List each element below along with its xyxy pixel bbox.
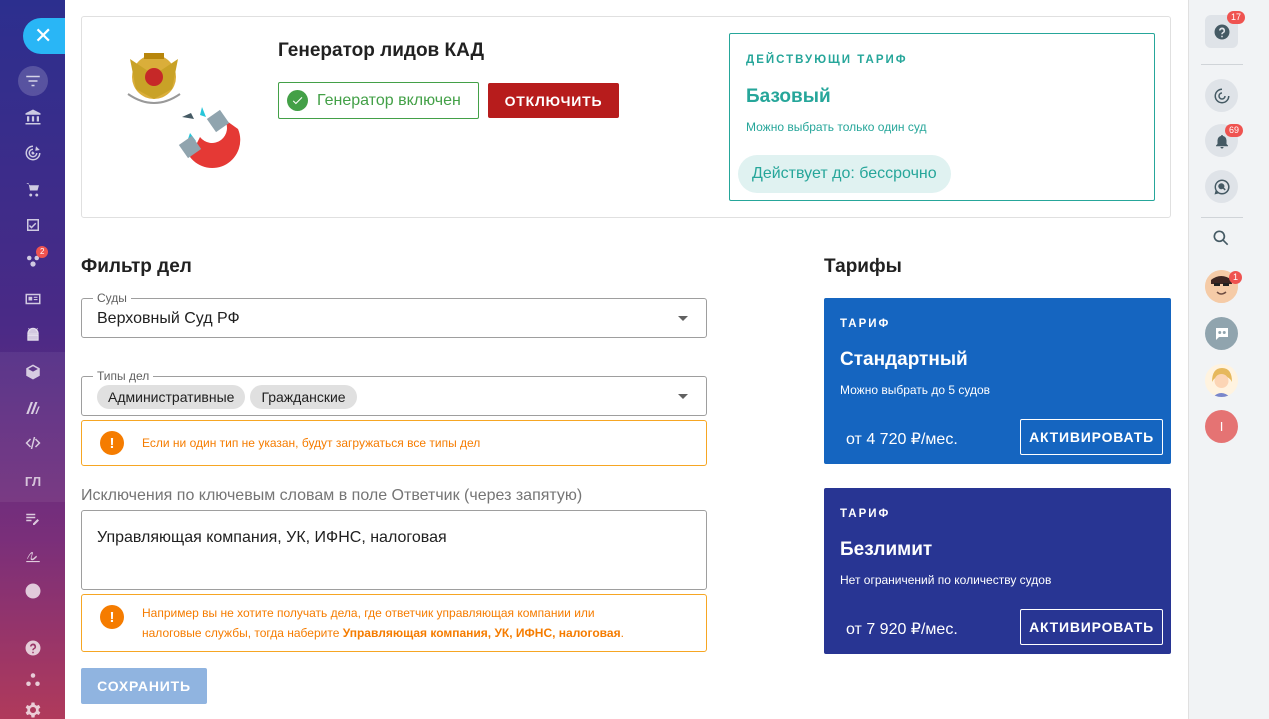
warning-icon: !: [100, 605, 124, 629]
current-plan-name: Базовый: [746, 86, 831, 107]
case-type-chip[interactable]: Административные: [97, 385, 246, 409]
generator-logo: [110, 39, 250, 199]
plan-card-standard: ТАРИФ Стандартный Можно выбрать до 5 суд…: [824, 298, 1171, 464]
plan-card-unlimited: ТАРИФ Безлимит Нет ограничений по количе…: [824, 488, 1171, 654]
close-icon: ✕: [34, 23, 53, 48]
assistant-avatar[interactable]: [1205, 364, 1238, 397]
avatar-badge: 1: [1229, 271, 1243, 284]
text-icon[interactable]: ГЛ: [20, 468, 46, 494]
android-icon[interactable]: [20, 322, 46, 348]
gear-icon[interactable]: [20, 697, 46, 719]
save-button[interactable]: СОХРАНИТЬ: [81, 668, 207, 704]
current-plan-description: Можно выбрать только один суд: [746, 120, 927, 134]
close-sidebar-button[interactable]: ✕: [23, 18, 65, 54]
text-icon-label: ГЛ: [24, 473, 42, 489]
magnet-icon: [178, 109, 241, 169]
case-types-hint: ! Если ни один тип не указан, будут загр…: [81, 420, 707, 466]
courts-label: Суды: [93, 291, 131, 305]
exclusions-label: Исключения по ключевым словам в поле Отв…: [81, 487, 583, 504]
exclusions-hint-suffix: .: [620, 626, 624, 640]
radar-button[interactable]: [1205, 79, 1238, 112]
cart-icon[interactable]: [20, 176, 46, 202]
filter-title: Фильтр дел: [81, 256, 192, 277]
exclusions-hint: ! Например вы не хотите получать дела, г…: [81, 594, 707, 652]
chevron-down-icon[interactable]: [20, 578, 46, 604]
code-icon[interactable]: [20, 430, 46, 456]
exclusions-hint-line2: налоговые службы, тогда наберите Управля…: [142, 623, 624, 643]
disable-generator-button[interactable]: ОТКЛЮЧИТЬ: [488, 83, 619, 118]
target-icon[interactable]: [20, 140, 46, 166]
tree-icon[interactable]: [20, 667, 46, 693]
exclusions-hint-line1: Например вы не хотите получать дела, где…: [142, 606, 595, 620]
warning-icon: !: [100, 431, 124, 455]
radar-icon: [1214, 88, 1229, 103]
right-sidebar: 17 69 1 I: [1188, 0, 1269, 719]
dropdown-arrow-icon[interactable]: [678, 316, 688, 321]
generator-status-chip: Генератор включен: [278, 82, 479, 119]
exclusions-hint-prefix: налоговые службы, тогда наберите: [142, 626, 343, 640]
plan-label: ТАРИФ: [840, 318, 891, 330]
current-plan-label: ДЕЙСТВУЮЩИ ТАРИФ: [746, 54, 908, 66]
activate-standard-button[interactable]: АКТИВИРОВАТЬ: [1020, 419, 1163, 455]
activate-unlimited-button[interactable]: АКТИВИРОВАТЬ: [1020, 609, 1163, 645]
generator-card: Генератор лидов КАД Генератор включен ОТ…: [81, 16, 1171, 218]
exclusions-hint-example: Управляющая компания, УК, ИФНС, налогова…: [342, 626, 621, 640]
chat-search-icon: [1214, 178, 1230, 194]
check-circle-icon: [287, 90, 308, 111]
help-badge: 17: [1227, 11, 1246, 24]
plan-name: Стандартный: [840, 349, 968, 370]
signature-icon[interactable]: [20, 542, 46, 568]
courts-select[interactable]: Суды Верховный Суд РФ: [81, 291, 707, 338]
exclusions-hint-text: Например вы не хотите получать дела, где…: [142, 603, 624, 643]
notifications-badge: 69: [1225, 124, 1244, 137]
bank-icon[interactable]: [20, 104, 46, 130]
divider: [1201, 217, 1243, 218]
case-type-chip[interactable]: Гражданские: [250, 385, 357, 409]
plans-title: Тарифы: [824, 256, 902, 277]
main-content: Генератор лидов КАД Генератор включен ОТ…: [65, 0, 1188, 719]
contact-card-icon[interactable]: [20, 286, 46, 312]
filter-icon[interactable]: [18, 66, 48, 96]
plan-description: Можно выбрать до 5 судов: [840, 383, 991, 397]
edit-list-icon[interactable]: [20, 506, 46, 532]
current-plan-validity: Действует до: бессрочно: [738, 155, 951, 193]
groups-badge: 2: [36, 246, 49, 258]
generator-title: Генератор лидов КАД: [278, 40, 485, 61]
team-chat-button[interactable]: [1205, 317, 1238, 350]
search-icon[interactable]: [1211, 228, 1233, 250]
case-types-hint-text: Если ни один тип не указан, будут загруж…: [142, 436, 481, 450]
help-icon: [1214, 24, 1230, 39]
current-plan-box: ДЕЙСТВУЮЩИ ТАРИФ Базовый Можно выбрать т…: [729, 33, 1155, 201]
checkbox-icon[interactable]: [20, 212, 46, 238]
generator-status-text: Генератор включен: [317, 91, 461, 109]
plan-name: Безлимит: [840, 539, 933, 560]
chat-search-button[interactable]: [1205, 170, 1238, 203]
team-chat-icon: [1215, 327, 1228, 340]
box-icon[interactable]: [20, 359, 46, 385]
left-sidebar: ✕ 2 ГЛ: [0, 0, 65, 719]
plan-price: от 4 720 ₽/мес.: [846, 431, 958, 448]
m-logo-icon[interactable]: [20, 395, 46, 421]
case-types-select[interactable]: Типы дел Административные Гражданские: [81, 369, 707, 416]
case-types-chips: Административные Гражданские: [97, 385, 362, 409]
user-initial-avatar[interactable]: I: [1205, 410, 1238, 443]
exclusions-textarea[interactable]: Управляющая компания, УК, ИФНС, налогова…: [81, 510, 707, 590]
case-types-label: Типы дел: [93, 369, 154, 383]
help-icon[interactable]: [20, 635, 46, 661]
dropdown-arrow-icon[interactable]: [678, 394, 688, 399]
divider: [1201, 64, 1243, 65]
user-initial: I: [1219, 419, 1224, 434]
plan-description: Нет ограничений по количеству судов: [840, 573, 1052, 587]
plan-price: от 7 920 ₽/мес.: [846, 621, 958, 638]
eagle-emblem-icon: [127, 53, 181, 104]
courts-value: Верховный Суд РФ: [97, 310, 240, 327]
plan-label: ТАРИФ: [840, 508, 891, 520]
